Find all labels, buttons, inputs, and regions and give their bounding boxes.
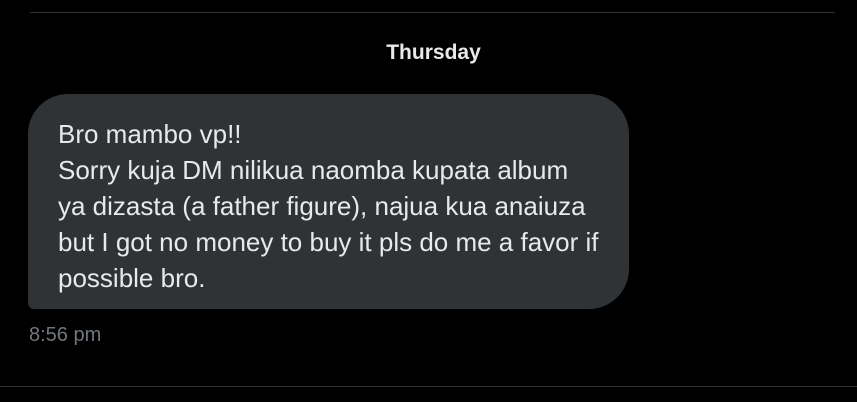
message-text-line: Sorry kuja DM nilikua naomba kupata albu…	[58, 155, 569, 185]
message-text-line: possible bro.	[58, 263, 206, 293]
message-text-line: but I got no money to buy it pls do me a…	[58, 227, 599, 257]
message-timestamp: 8:56 pm	[29, 324, 102, 346]
message-bubble[interactable]: Bro mambo vp!! Sorry kuja DM nilikua nao…	[28, 94, 629, 309]
message-text-line: ya dizasta (a father figure), najua kua …	[58, 191, 586, 221]
day-separator: Thursday	[386, 41, 481, 64]
top-divider	[30, 12, 835, 13]
message-text-line: Bro mambo vp!!	[58, 119, 242, 149]
bottom-divider	[0, 386, 857, 387]
